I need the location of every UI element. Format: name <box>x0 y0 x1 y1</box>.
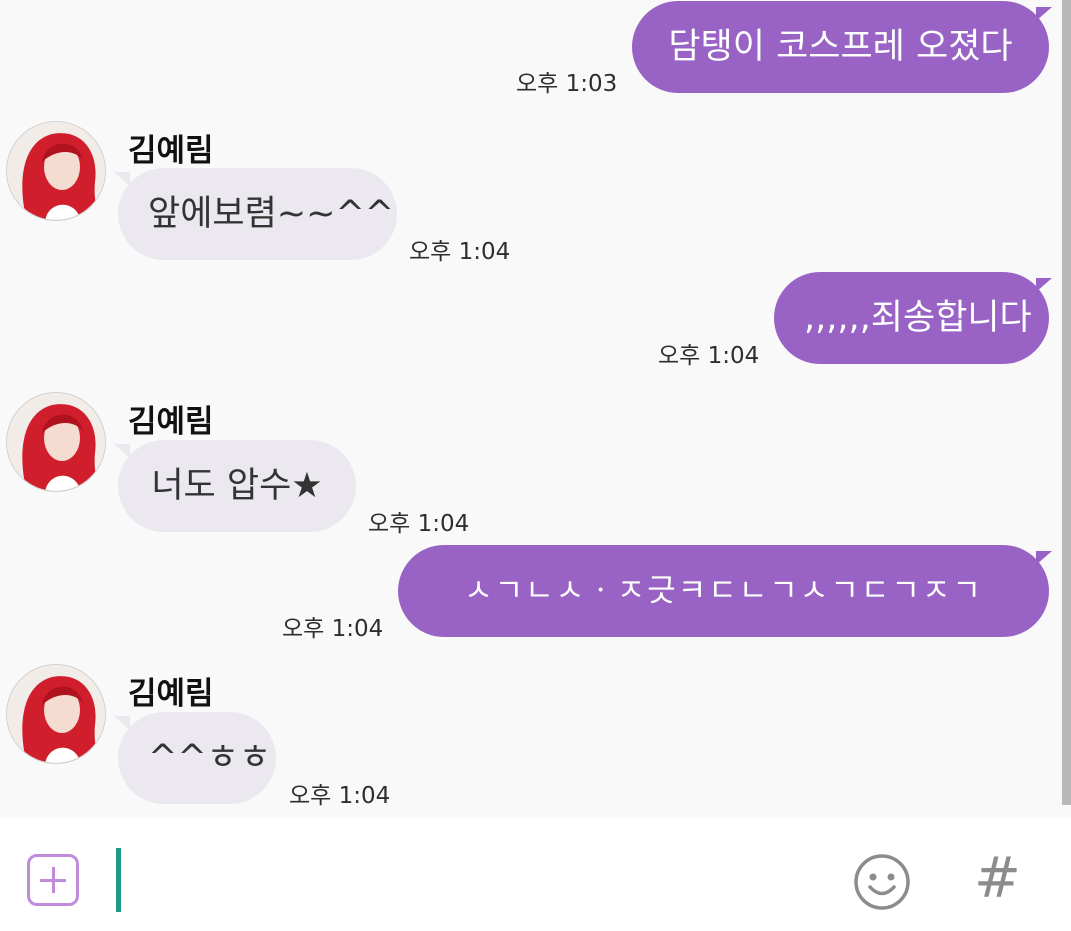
incoming-message-bubble[interactable]: ^^ㅎㅎ <box>118 712 276 804</box>
message-timestamp: 오후 1:04 <box>658 343 760 369</box>
message-timestamp: 오후 1:04 <box>289 783 391 809</box>
bubble-tail <box>1036 7 1052 21</box>
message-timestamp: 오후 1:04 <box>282 616 384 642</box>
sender-name: 김예림 <box>128 133 214 169</box>
bubble-tail <box>1036 278 1052 292</box>
chat-scrollbar-thumb[interactable] <box>1062 0 1071 805</box>
message-timestamp: 오후 1:04 <box>409 239 511 265</box>
message-timestamp: 오후 1:04 <box>368 511 470 537</box>
hashtag-icon[interactable]: # <box>974 846 1021 912</box>
sender-avatar[interactable] <box>6 392 106 492</box>
sender-avatar[interactable] <box>6 121 106 221</box>
sender-name: 김예림 <box>128 676 214 712</box>
chat-messages-area: 담탱이 코스프레 오졌다 오후 1:03 김예림 앞에보렴~~^^ 오후 1:0… <box>0 0 1060 818</box>
message-input-cursor[interactable] <box>116 848 121 912</box>
outgoing-message-bubble[interactable]: ,,,,,,죄송합니다 <box>774 272 1049 364</box>
smiley-icon[interactable] <box>853 853 911 911</box>
sender-name: 김예림 <box>128 404 214 440</box>
incoming-message-bubble[interactable]: 너도 압수★ <box>118 440 356 532</box>
outgoing-message-bubble[interactable]: ㅅㄱㄴㅅㆍㅈ긋ㅋㄷㄴㄱㅅㄱㄷㄱㅈㄱ <box>398 545 1049 637</box>
incoming-message-bubble[interactable]: 앞에보렴~~^^ <box>118 168 397 260</box>
sender-avatar[interactable] <box>6 664 106 764</box>
outgoing-message-bubble[interactable]: 담탱이 코스프레 오졌다 <box>632 1 1049 93</box>
message-timestamp: 오후 1:03 <box>516 71 618 97</box>
bubble-tail <box>1036 551 1052 565</box>
plus-square-icon[interactable] <box>27 854 79 906</box>
